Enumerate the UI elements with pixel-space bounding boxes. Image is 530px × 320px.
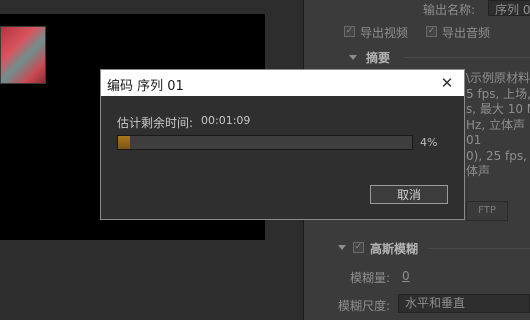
summary-collapse-icon[interactable] (349, 55, 357, 60)
export-video-label: 导出视频 (360, 26, 409, 40)
close-icon[interactable]: ✕ (436, 72, 458, 94)
progress-bar (117, 135, 413, 150)
clip-thumbnail (0, 26, 46, 84)
progress-percent: 4% (420, 136, 438, 149)
cancel-button[interactable]: 取消 (370, 185, 448, 204)
summary-line-1: \示例原材料 (466, 71, 530, 85)
summary-line-3: s, 最大 10 M (466, 102, 530, 116)
summary-line-5: 01 (466, 133, 482, 147)
estimate-time: 00:01:09 (201, 114, 251, 127)
progress-fill (118, 136, 130, 149)
output-name-label: 输出名称: (423, 3, 476, 17)
blur-enable-checkbox[interactable]: ✓ (353, 242, 364, 253)
output-name-input[interactable]: 序列 01 (488, 0, 530, 16)
blur-rule (428, 248, 530, 249)
estimate-label: 估计剩余时间: (117, 116, 194, 130)
encoding-dialog: 编码 序列 01 ✕ 估计剩余时间: 00:01:09 4% 取消 (100, 69, 465, 220)
export-audio-label: 导出音频 (442, 26, 491, 40)
blur-amount-label: 模糊量: (350, 271, 391, 285)
summary-line-7: 体声 (466, 164, 491, 178)
dialog-title: 编码 序列 01 (107, 79, 184, 94)
export-audio-checkbox[interactable]: ✓ (426, 26, 437, 37)
blur-collapse-icon[interactable] (338, 245, 346, 250)
summary-line-4: Hz, 立体声 (466, 118, 525, 132)
export-video-checkbox[interactable]: ✓ (344, 26, 355, 37)
blur-dimension-select[interactable]: 水平和垂直 (398, 294, 530, 313)
blur-title: 高斯模糊 (370, 242, 419, 256)
ftp-button[interactable]: FTP (466, 201, 508, 221)
blur-amount-value[interactable]: 0 (402, 269, 410, 283)
summary-rule (404, 57, 530, 58)
dialog-titlebar[interactable]: 编码 序列 01 ✕ (101, 70, 464, 96)
summary-title: 摘要 (366, 51, 391, 65)
blur-dimension-label: 模糊尺度: (338, 299, 391, 313)
